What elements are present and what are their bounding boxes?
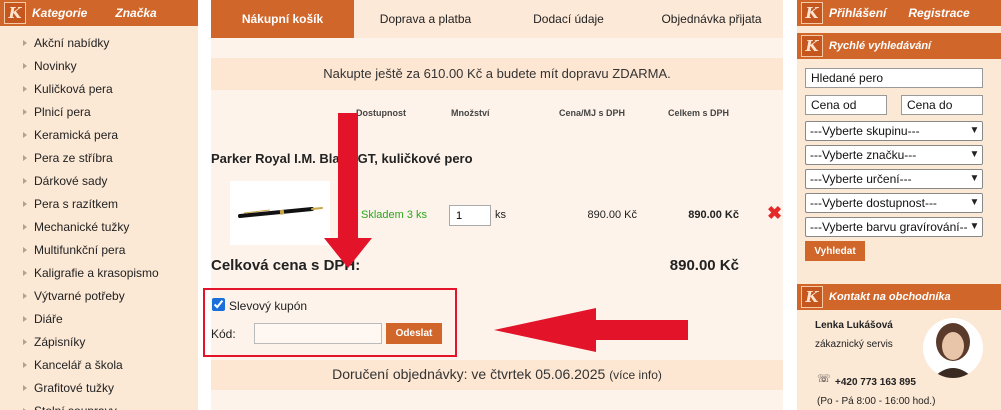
col-quantity: Množství <box>451 108 490 118</box>
chevron-down-icon: ▼ <box>967 218 982 236</box>
quantity-unit: ks <box>495 209 506 221</box>
free-shipping-notice: Nakupte ještě za 610.00 Kč a budete mít … <box>211 58 783 90</box>
category-item[interactable]: Novinky <box>0 55 198 78</box>
delivery-text: Doručení objednávky: ve čtvrtek 05.06.20… <box>332 366 606 382</box>
group-select[interactable]: ---Vyberte skupinu--- ▼ <box>805 121 983 141</box>
contact-hours: (Po - Pá 8:00 - 16:00 hod.) <box>817 396 936 407</box>
select-value: ---Vyberte dostupnost--- <box>810 196 937 210</box>
category-item[interactable]: Kaligrafie a krasopismo <box>0 262 198 285</box>
delivery-estimate: Doručení objednávky: ve čtvrtek 05.06.20… <box>211 360 783 390</box>
pen-picture <box>238 207 323 218</box>
select-value: ---Vyberte skupinu--- <box>810 124 920 138</box>
phone-icon: ☏ <box>817 373 831 385</box>
contact-title: Kontakt na obchodníka <box>829 291 951 303</box>
chevron-down-icon: ▼ <box>967 146 982 164</box>
contact-phone[interactable]: +420 773 163 895 <box>835 377 916 388</box>
category-item[interactable]: Dárkové sady <box>0 170 198 193</box>
category-item[interactable]: Plnicí pera <box>0 101 198 124</box>
k-logo-icon: K <box>4 2 26 24</box>
engraving-color-select[interactable]: ---Vyberte barvu gravírování--- ▼ <box>805 217 983 237</box>
category-item[interactable]: Multifunkční pera <box>0 239 198 262</box>
avatar-photo <box>933 323 973 378</box>
coupon-checkbox[interactable] <box>212 298 225 311</box>
step-order-accepted[interactable]: Objednávka přijata <box>640 0 783 38</box>
step-shipping[interactable]: Doprava a platba <box>354 0 497 38</box>
checkout-steps: Nákupní košík Doprava a platba Dodací úd… <box>211 0 783 38</box>
category-item[interactable]: Diáře <box>0 308 198 331</box>
k-logo-icon: K <box>801 2 823 24</box>
coupon-code-label: Kód: <box>211 327 236 341</box>
line-total: 890.00 Kč <box>688 209 739 221</box>
category-item[interactable]: Výtvarné potřeby <box>0 285 198 308</box>
quick-search-title: Rychlé vyhledávání <box>829 40 932 52</box>
coupon-checkbox-label[interactable]: Slevový kupón <box>229 299 307 313</box>
select-value: ---Vyberte určení--- <box>810 172 912 186</box>
col-availability: Dostupnost <box>356 108 406 118</box>
search-input[interactable]: Hledané pero <box>805 68 983 88</box>
cart-panel: Nákupní košík Doprava a platba Dodací úd… <box>203 0 783 410</box>
k-logo-icon: K <box>801 35 823 57</box>
coupon-code-input[interactable] <box>254 323 382 344</box>
purpose-select[interactable]: ---Vyberte určení--- ▼ <box>805 169 983 189</box>
category-item[interactable]: Stolní soupravy <box>0 400 198 410</box>
login-link[interactable]: Přihlášení <box>829 6 886 20</box>
unit-price: 890.00 Kč <box>587 209 637 221</box>
search-button[interactable]: Vyhledat <box>805 241 865 261</box>
category-item[interactable]: Pera s razítkem <box>0 193 198 216</box>
delete-x-icon[interactable]: ✖ <box>767 204 783 222</box>
category-item[interactable]: Pera ze stříbra <box>0 147 198 170</box>
left-sidebar: K Kategorie Značka Akční nabídky Novinky… <box>0 0 198 410</box>
price-to-input[interactable]: Cena do <box>901 95 983 115</box>
select-value: ---Vyberte značku--- <box>810 148 917 162</box>
total-value: 890.00 Kč <box>669 257 739 274</box>
delivery-more-info-link[interactable]: (více info) <box>609 368 662 382</box>
category-item[interactable]: Kancelář a škola <box>0 354 198 377</box>
category-item[interactable]: Kuličková pera <box>0 78 198 101</box>
right-sidebar: K Přihlášení Registrace K Rychlé vyhledá… <box>797 0 1001 410</box>
availability-select[interactable]: ---Vyberte dostupnost--- ▼ <box>805 193 983 213</box>
category-item[interactable]: Keramická pera <box>0 124 198 147</box>
col-unit-price: Cena/MJ s DPH <box>559 108 626 118</box>
tab-kategorie[interactable]: Kategorie <box>32 6 87 20</box>
account-tabbar: K Přihlášení Registrace <box>797 0 1001 26</box>
stock-status: Skladem 3 ks <box>361 209 428 221</box>
contact-name: Lenka Lukášová <box>815 320 893 331</box>
category-item[interactable]: Mechanické tužky <box>0 216 198 239</box>
contact-header: K Kontakt na obchodníka <box>797 284 1001 310</box>
total-label: Celková cena s DPH: <box>211 257 361 274</box>
select-value: ---Vyberte barvu gravírování--- <box>810 220 972 234</box>
chevron-down-icon: ▼ <box>967 170 982 188</box>
category-tabbar: K Kategorie Značka <box>0 0 198 26</box>
step-cart[interactable]: Nákupní košík <box>211 0 354 38</box>
product-image[interactable] <box>230 181 330 245</box>
register-link[interactable]: Registrace <box>908 6 969 20</box>
contact-role: zákaznický servis <box>815 339 893 350</box>
product-name[interactable]: Parker Royal I.M. Black GT, kuličkové pe… <box>211 151 473 166</box>
quantity-input[interactable] <box>449 205 491 226</box>
price-from-input[interactable]: Cena od <box>805 95 887 115</box>
quick-search-header: K Rychlé vyhledávání <box>797 33 1001 59</box>
category-item[interactable]: Grafitové tužky <box>0 377 198 400</box>
brand-select[interactable]: ---Vyberte značku--- ▼ <box>805 145 983 165</box>
chevron-down-icon: ▼ <box>967 122 982 140</box>
avatar <box>923 318 983 378</box>
col-total: Celkem s DPH <box>668 108 730 118</box>
chevron-down-icon: ▼ <box>967 194 982 212</box>
k-logo-icon: K <box>801 286 823 308</box>
category-item[interactable]: Zápisníky <box>0 331 198 354</box>
category-list: Akční nabídky Novinky Kuličková pera Pln… <box>0 32 198 410</box>
tab-znacka[interactable]: Značka <box>115 6 156 20</box>
coupon-submit-button[interactable]: Odeslat <box>386 323 442 344</box>
step-delivery-details[interactable]: Dodací údaje <box>497 0 640 38</box>
category-item[interactable]: Akční nabídky <box>0 32 198 55</box>
